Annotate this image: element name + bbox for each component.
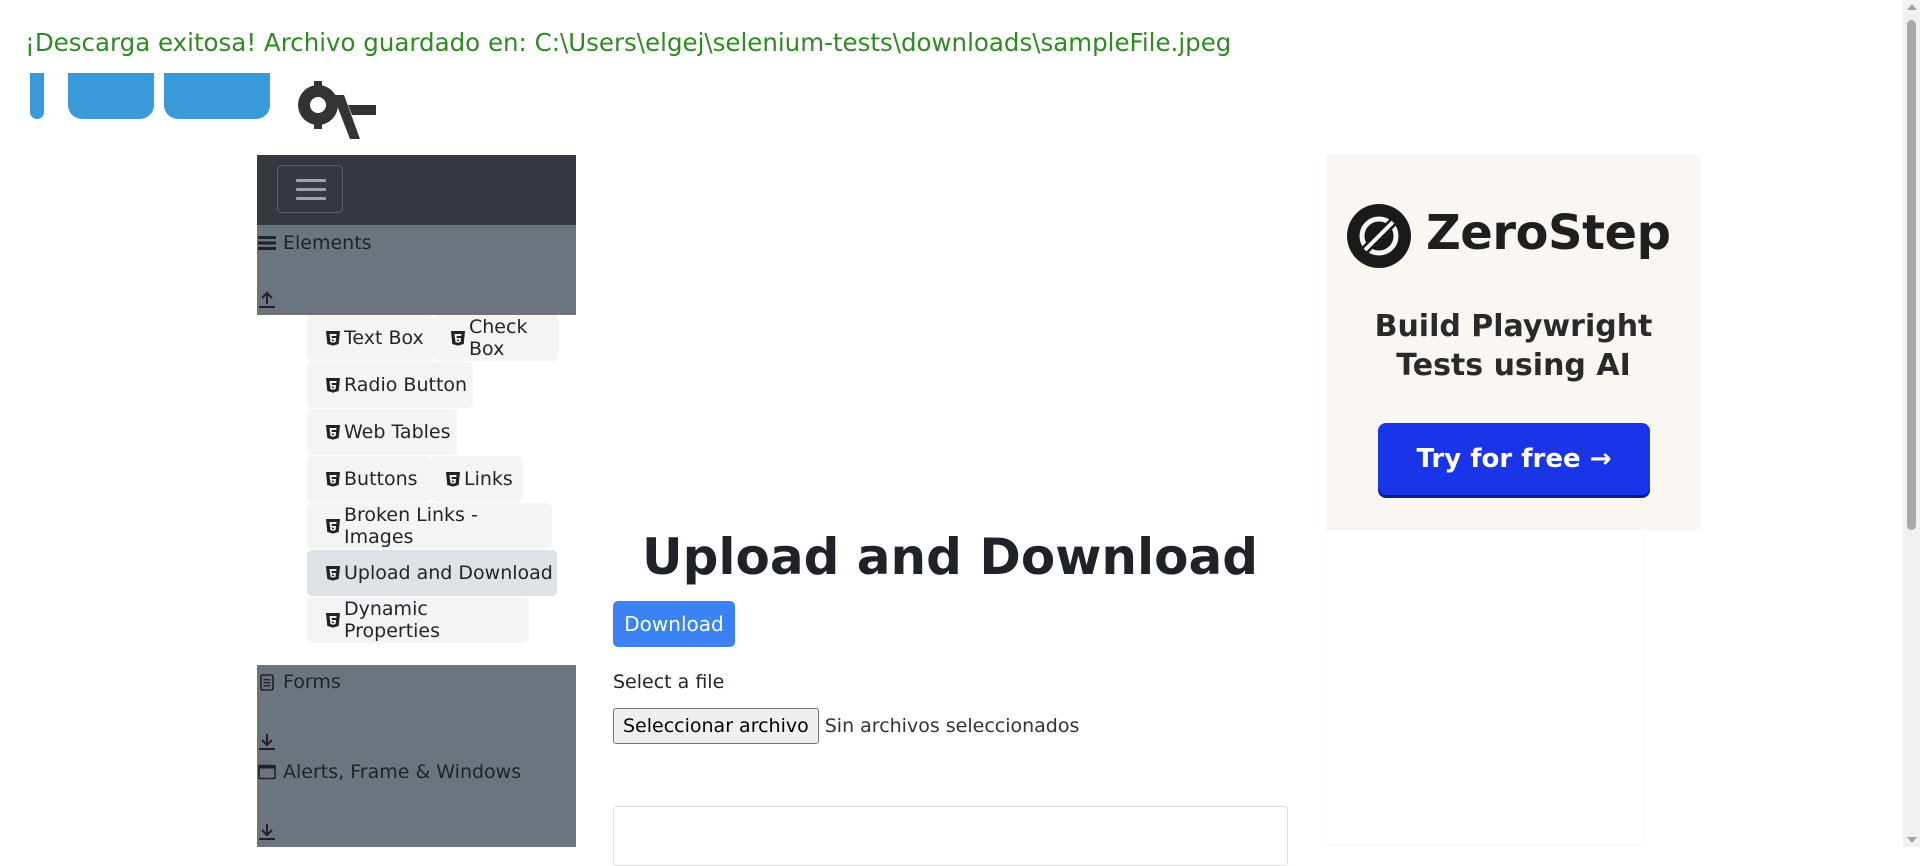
sidebar-item-upload-and-download[interactable]: Upload and Download [307,550,557,596]
ad-tagline-line: Tests using AI [1396,348,1631,383]
group-alerts-header[interactable]: Alerts, Frame & Windows [257,761,521,783]
collapse-arrow-icon[interactable] [259,291,275,312]
select-file-label: Select a file [613,671,725,693]
download-success-message: ¡Descarga exitosa! Archivo guardado en: … [25,28,1232,57]
item-label: Broken Links - Images [344,504,478,548]
gear-logo-icon [298,81,376,139]
sidebar-item-check-box[interactable]: Check Box [434,315,559,361]
expand-arrow-icon[interactable] [259,733,275,754]
group-label: Forms [283,671,341,693]
sidebar-item-web-tables[interactable]: Web Tables [307,409,457,455]
logo-shape [30,73,44,119]
item-label: Text Box [344,327,424,349]
item-label: Upload and Download [344,562,553,584]
html5-icon [325,518,341,534]
expand-arrow-icon[interactable] [259,823,275,844]
html5-icon [325,330,341,346]
download-button[interactable]: Download [613,601,735,647]
html5-icon [450,330,466,346]
html5-icon [325,377,341,393]
sidebar-item-radio-button[interactable]: Radio Button [307,362,473,408]
html5-icon [325,471,341,487]
sidebar-lower-groups: Forms Alerts, Frame & Windows [257,665,576,847]
sidebar-item-links[interactable]: Links [431,456,523,502]
html5-icon [325,612,341,628]
item-label: Dynamic Properties [344,598,441,642]
item-label: Check Box [469,316,528,360]
page-title: Upload and Download [641,528,1258,586]
hamburger-line [296,197,326,200]
document-icon [257,672,277,692]
group-label: Alerts, Frame & Windows [283,761,522,783]
ad-brand-name: ZeroStep [1426,205,1671,261]
file-status-text: Sin archivos seleccionados [824,715,1080,737]
logo-shape [164,73,270,119]
group-label: Elements [283,232,372,254]
ad-blank-area [1326,530,1643,844]
hamburger-line [296,188,326,191]
item-label: Radio Button [344,374,468,396]
hamburger-line [296,179,326,182]
sidebar-item-dynamic-properties[interactable]: Dynamic Properties [307,597,529,643]
sidebar-header [257,155,576,225]
zerostep-logo-icon [1347,204,1411,268]
html5-icon [325,424,341,440]
sidebar-item-text-box[interactable]: Text Box [307,315,434,361]
logo-shape [68,73,154,119]
try-for-free-button[interactable]: Try for free → [1378,423,1650,495]
group-forms-header[interactable]: Forms [257,671,341,693]
upload-result-panel [613,806,1288,866]
html5-icon [325,565,341,581]
scroll-up-arrow-icon[interactable] [1907,4,1917,10]
page-scrollbar[interactable] [1903,0,1920,847]
group-elements[interactable]: Elements [257,225,576,315]
menu-toggle-button[interactable] [277,165,343,213]
window-icon [257,762,277,782]
advertisement[interactable]: ZeroStep Build Playwright Tests using AI… [1326,155,1701,530]
item-label: Buttons [344,468,418,490]
ad-tagline: Build Playwright Tests using AI [1326,307,1701,385]
choose-file-button[interactable]: Seleccionar archivo [613,708,819,744]
group-elements-header[interactable]: Elements [257,232,372,254]
item-label: Links [464,468,513,490]
file-upload-input[interactable]: Seleccionar archivo Sin archivos selecci… [613,708,1079,744]
scrollbar-thumb[interactable] [1907,20,1916,530]
sidebar: Elements Text Box Check Box Radio Button… [257,155,576,847]
item-label: Web Tables [344,421,451,443]
ad-tagline-line: Build Playwright [1374,309,1653,344]
list-icon [257,233,277,253]
sidebar-item-broken-links[interactable]: Broken Links - Images [307,503,552,549]
sidebar-item-buttons[interactable]: Buttons [307,456,431,502]
html5-icon [445,471,461,487]
scroll-down-arrow-icon[interactable] [1907,837,1917,843]
